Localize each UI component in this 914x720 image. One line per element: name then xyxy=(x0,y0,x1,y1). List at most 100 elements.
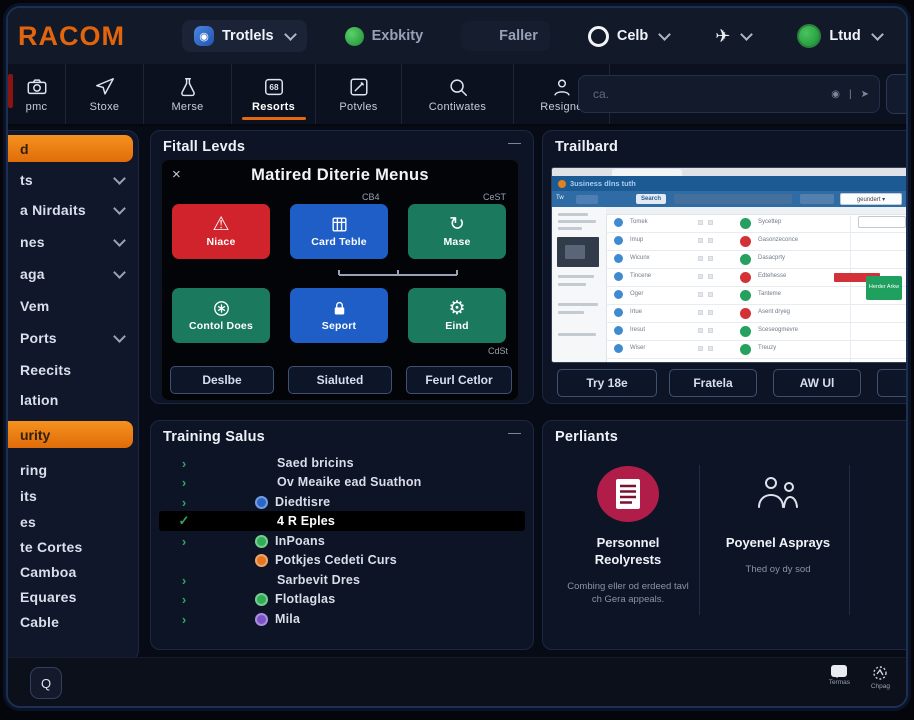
menu-label: Celb xyxy=(617,28,648,44)
menu-plane[interactable]: ✈ xyxy=(703,20,763,53)
sidebar-item-label: Vem xyxy=(20,298,49,314)
tab-resorts[interactable]: 68 Resorts xyxy=(232,64,316,124)
item-label: InPoans xyxy=(275,534,325,548)
shot-green-button: Herder Arkw xyxy=(866,276,902,300)
shot-thumbnail xyxy=(557,237,599,267)
training-item[interactable]: › Ov Meaike ead Suathon xyxy=(159,472,525,492)
training-item[interactable]: › Mila xyxy=(159,609,525,629)
sidebar-item[interactable]: aga xyxy=(8,261,138,287)
sidebar-item[interactable]: Cable xyxy=(8,609,138,635)
tile-niace[interactable]: ⚠ Niace xyxy=(172,204,270,259)
green-avatar-icon xyxy=(797,24,821,48)
app-window: RACOM ◉ Trotlels Exbkity Faller Celb ✈ xyxy=(6,6,908,708)
panel-title: Trailbard xyxy=(555,139,618,155)
minimize-icon[interactable]: — xyxy=(508,425,521,440)
minimize-icon[interactable]: — xyxy=(508,135,521,150)
tab-potvles[interactable]: Potvles xyxy=(316,64,402,124)
sidebar-item[interactable]: ring xyxy=(8,457,138,483)
tile-eind[interactable]: ⚙ Eind xyxy=(408,288,506,343)
fratela-button[interactable]: Fratela xyxy=(669,369,757,397)
sidebar-item[interactable]: its xyxy=(8,483,138,509)
menu-faller[interactable]: Faller xyxy=(461,21,550,51)
item-label: Flotlaglas xyxy=(275,592,335,606)
modal-title: Matired Diterie Menus xyxy=(162,166,518,185)
sidebar-header-dashboard[interactable]: d xyxy=(8,135,133,162)
tile-label: Eind xyxy=(445,320,469,332)
try-button[interactable]: Try 18e xyxy=(557,369,657,397)
aw-ul-button[interactable]: AW Ul xyxy=(773,369,861,397)
search-input[interactable] xyxy=(579,86,795,102)
menu-celb[interactable]: Celb xyxy=(576,20,681,53)
deslbe-button[interactable]: Deslbe xyxy=(170,366,274,394)
menu-trotlels[interactable]: ◉ Trotlels xyxy=(182,20,307,52)
submit-icon[interactable]: ➤ xyxy=(861,89,869,100)
sidebar-item[interactable]: ts xyxy=(8,167,138,193)
chevron-down-icon xyxy=(658,28,671,41)
training-item[interactable]: › Diedtisre xyxy=(159,492,525,512)
card-de-asa[interactable]: De Asa Oua d xyxy=(855,457,908,643)
menu-exbkity[interactable]: Exbkity xyxy=(333,21,436,52)
tile-contol-does[interactable]: Contol Does xyxy=(172,288,270,343)
brand-dot-icon xyxy=(558,180,566,188)
training-item[interactable]: › Flotlaglas xyxy=(159,589,525,609)
people-icon xyxy=(751,473,805,515)
sidebar-item-label: Equares xyxy=(20,589,77,605)
card-personnel-reolyrests[interactable]: Personnel Reolyrests Combing eller od er… xyxy=(555,457,701,643)
sidebar-item[interactable]: es xyxy=(8,509,138,535)
item-icon xyxy=(255,593,268,606)
bottom-item-label: Chpag xyxy=(871,683,890,690)
training-item[interactable]: › Saed bricins xyxy=(159,453,525,473)
document-icon xyxy=(597,466,659,522)
sialuted-button[interactable]: Sialuted xyxy=(288,366,392,394)
search-option-icon[interactable]: ◉ xyxy=(831,89,840,100)
bottom-item-termas[interactable]: Termas xyxy=(829,665,850,686)
svg-text:68: 68 xyxy=(269,83,279,92)
tile-seport[interactable]: Seport xyxy=(290,288,388,343)
tab-stoxe[interactable]: Stoxe xyxy=(66,64,144,124)
sidebar-item[interactable]: Camboa xyxy=(8,559,138,585)
ring-icon xyxy=(588,26,609,47)
card-poyenel-asprays[interactable]: Poyenel Asprays Thed oy dy sod xyxy=(705,457,851,643)
tile-card-teble[interactable]: Card Teble xyxy=(290,204,388,259)
matired-diterie-modal: × Matired Diterie Menus CB4 CeST CdSt ⚠ … xyxy=(161,159,519,401)
item-label: 4 R Eples xyxy=(277,514,335,528)
chevron-down-icon xyxy=(741,28,754,41)
tile-label: Contol Does xyxy=(189,320,253,332)
training-item[interactable]: › InPoans xyxy=(159,531,525,551)
sidebar-item[interactable]: Equares xyxy=(8,584,138,610)
sidebar-item[interactable]: a Nirdaits xyxy=(8,197,138,223)
search-bar[interactable]: ◉ | ➤ xyxy=(578,75,880,113)
sidebar-item[interactable]: nes xyxy=(8,229,138,255)
mini-label: CdSt xyxy=(488,346,508,356)
chevron-down-icon xyxy=(284,28,297,41)
bottom-item-chpag[interactable]: Chpag xyxy=(871,665,890,690)
plane-icon: ✈ xyxy=(715,26,730,47)
tab-merse[interactable]: Merse xyxy=(144,64,232,124)
card-title: Poyenel Asprays xyxy=(725,535,831,552)
sidebar-item-label: te Cortes xyxy=(20,539,82,555)
training-item[interactable]: › Sarbevit Dres xyxy=(159,570,525,590)
sidebar-header-security[interactable]: urity xyxy=(8,421,133,448)
sidebar-item-label: ring xyxy=(20,462,47,478)
card-title: Personnel Reolyrests xyxy=(575,535,681,569)
sidebar-item-label: Cable xyxy=(20,614,59,630)
sidebar-item-label: Ports xyxy=(20,330,57,346)
training-item-selected[interactable]: ✓ 4 R Eples xyxy=(159,511,525,531)
tile-mase[interactable]: ↻ Mase xyxy=(408,204,506,259)
warning-icon: ⚠ xyxy=(212,215,229,234)
feurl-cetlor-button[interactable]: Feurl Cetlor xyxy=(406,366,512,394)
tab-pmc[interactable]: pmc xyxy=(8,64,66,124)
tab-label: Potvles xyxy=(339,101,377,113)
edge-button[interactable] xyxy=(886,74,908,114)
sidebar-item[interactable]: Reecits xyxy=(8,357,138,383)
tab-contiwates[interactable]: Contiwates xyxy=(402,64,514,124)
quick-action-button[interactable]: Q xyxy=(30,667,62,699)
edge-cut-button[interactable]: D xyxy=(877,369,908,397)
sidebar-item-label: nes xyxy=(20,234,45,250)
training-item[interactable]: Potkjes Cedeti Curs xyxy=(159,550,525,570)
sidebar-item[interactable]: Ports xyxy=(8,325,138,351)
sidebar-item[interactable]: Vem xyxy=(8,293,138,319)
sidebar-item[interactable]: lation xyxy=(8,387,138,413)
sidebar-item[interactable]: te Cortes xyxy=(8,534,138,560)
menu-ltud[interactable]: Ltud xyxy=(785,18,893,54)
